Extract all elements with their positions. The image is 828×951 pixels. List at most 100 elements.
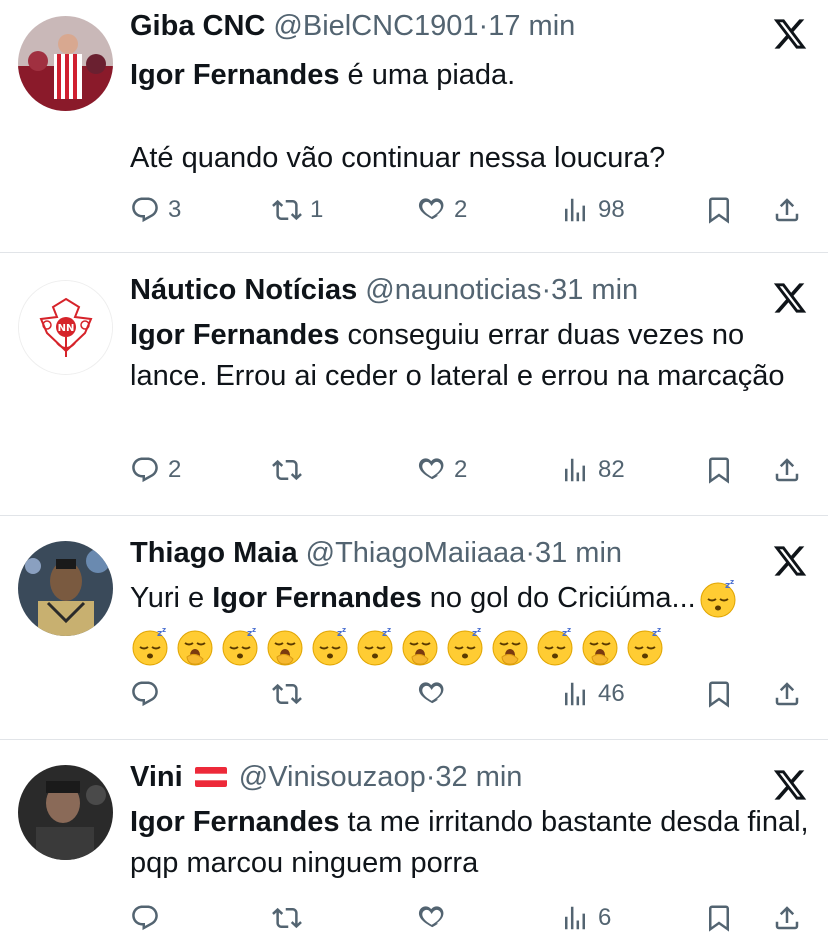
tweet-header: Vini @Vinisouzaop·32 min	[130, 759, 522, 795]
yawning-face-emoji	[580, 627, 620, 667]
like-button[interactable]: 2	[416, 453, 467, 487]
reply-button[interactable]: 2	[130, 453, 181, 487]
reply-button[interactable]	[130, 677, 168, 711]
share-icon	[772, 903, 802, 933]
bookmark-button[interactable]	[704, 193, 734, 227]
bookmark-button[interactable]	[704, 677, 734, 711]
share-button[interactable]	[772, 677, 802, 711]
views-icon	[560, 195, 590, 225]
repost-button[interactable]	[272, 453, 310, 487]
heart-icon	[416, 679, 446, 709]
mention[interactable]: Igor Fernandes	[212, 582, 422, 614]
divider	[0, 739, 828, 740]
display-name[interactable]: Vini	[130, 761, 183, 793]
bookmark-button[interactable]	[704, 453, 734, 487]
timestamp[interactable]: 17 min	[488, 10, 575, 42]
bookmark-icon	[704, 903, 734, 933]
tweet-header: Thiago Maia @ThiagoMaiiaaa·31 min	[130, 535, 622, 571]
tweet-text: Igor Fernandes ta me irritando bastante …	[130, 806, 809, 879]
sleeping-face-emoji	[220, 627, 260, 667]
yawning-face-emoji	[175, 627, 215, 667]
sleeping-face-emoji	[310, 627, 350, 667]
display-name[interactable]: Thiago Maia	[130, 537, 298, 569]
yawning-face-emoji	[265, 627, 305, 667]
views-icon	[560, 455, 590, 485]
tweet-actions: 3 1 2 98	[130, 193, 810, 227]
sleeping-face-emoji	[535, 627, 575, 667]
reply-button[interactable]	[130, 901, 168, 935]
views-button[interactable]: 98	[560, 193, 625, 227]
tweet-text: Igor Fernandes é uma piada.	[130, 59, 516, 91]
repost-icon	[272, 679, 302, 709]
views-button[interactable]: 46	[560, 677, 625, 711]
tweet-4[interactable]: Vini @Vinisouzaop·32 min Igor Fernandes …	[0, 759, 828, 951]
bookmark-button[interactable]	[704, 901, 734, 935]
timestamp[interactable]: 31 min	[535, 537, 622, 569]
view-count: 82	[598, 456, 625, 483]
view-count: 98	[598, 196, 625, 223]
like-button[interactable]	[416, 901, 454, 935]
tweet-header: Náutico Notícias @naunoticias·31 min	[130, 272, 638, 308]
sleeping-face-emoji	[445, 627, 485, 667]
like-button[interactable]	[416, 677, 454, 711]
user-handle[interactable]: @naunoticias	[365, 274, 541, 306]
share-button[interactable]	[772, 453, 802, 487]
tweet-1[interactable]: Giba CNC @BielCNC1901·17 min Igor Fernan…	[0, 8, 828, 252]
tweet-3[interactable]: Thiago Maia @ThiagoMaiiaaa·31 min Yuri e…	[0, 535, 828, 739]
user-handle[interactable]: @BielCNC1901	[273, 10, 478, 42]
user-handle[interactable]: @ThiagoMaiiaaa	[306, 537, 526, 569]
mention[interactable]: Igor Fernandes	[130, 59, 340, 91]
bookmark-icon	[704, 195, 734, 225]
reply-count: 3	[168, 196, 182, 223]
tweet-2[interactable]: NN Náutico Notícias @naunoticias·31 min …	[0, 272, 828, 515]
avatar[interactable]	[18, 541, 113, 636]
view-count: 46	[598, 680, 625, 707]
reply-count: 2	[168, 456, 182, 483]
sleeping-face-emoji	[625, 627, 665, 667]
repost-button[interactable]	[272, 677, 310, 711]
svg-text:NN: NN	[58, 323, 75, 334]
avatar[interactable]	[18, 16, 113, 111]
yawning-face-emoji	[400, 627, 440, 667]
sleeping-face-emoji	[130, 627, 170, 667]
share-icon	[772, 195, 802, 225]
reply-icon	[130, 455, 160, 485]
bookmark-icon	[704, 455, 734, 485]
austria-flag-icon	[194, 767, 227, 787]
separator: ·	[525, 537, 535, 569]
separator: ·	[478, 10, 489, 42]
tweet-text: Igor Fernandes conseguiu errar duas veze…	[130, 319, 785, 392]
timestamp[interactable]: 32 min	[435, 761, 522, 793]
like-button[interactable]: 2	[416, 193, 467, 227]
reply-button[interactable]: 3	[130, 193, 181, 227]
tweet-actions: 46	[130, 677, 810, 711]
reply-icon	[130, 195, 160, 225]
avatar[interactable]	[18, 765, 113, 860]
views-button[interactable]: 6	[560, 901, 611, 935]
user-handle[interactable]: @Vinisouzaop	[239, 761, 426, 793]
x-logo-icon	[772, 543, 808, 579]
display-name[interactable]: Náutico Notícias	[130, 274, 357, 306]
reply-icon	[130, 679, 160, 709]
views-button[interactable]: 82	[560, 453, 625, 487]
repost-button[interactable]: 1	[272, 193, 323, 227]
tweet-header: Giba CNC @BielCNC1901·17 min	[130, 8, 575, 44]
repost-icon	[272, 903, 302, 933]
mention[interactable]: Igor Fernandes	[130, 319, 340, 351]
like-count: 2	[454, 456, 468, 483]
repost-icon	[272, 455, 302, 485]
timestamp[interactable]: 31 min	[551, 274, 638, 306]
repost-icon	[272, 195, 302, 225]
mention[interactable]: Igor Fernandes	[130, 806, 340, 838]
share-button[interactable]	[772, 193, 802, 227]
tweet-actions: 2 2 82	[130, 453, 810, 487]
repost-button[interactable]	[272, 901, 310, 935]
display-name[interactable]: Giba CNC	[130, 10, 265, 42]
sleeping-face-emoji	[355, 627, 395, 667]
tweet-text-line2: Até quando vão continuar nessa loucura?	[130, 142, 666, 174]
share-icon	[772, 679, 802, 709]
avatar[interactable]: NN	[18, 280, 113, 375]
emoji-row	[130, 623, 810, 669]
share-icon	[772, 455, 802, 485]
share-button[interactable]	[772, 901, 802, 935]
